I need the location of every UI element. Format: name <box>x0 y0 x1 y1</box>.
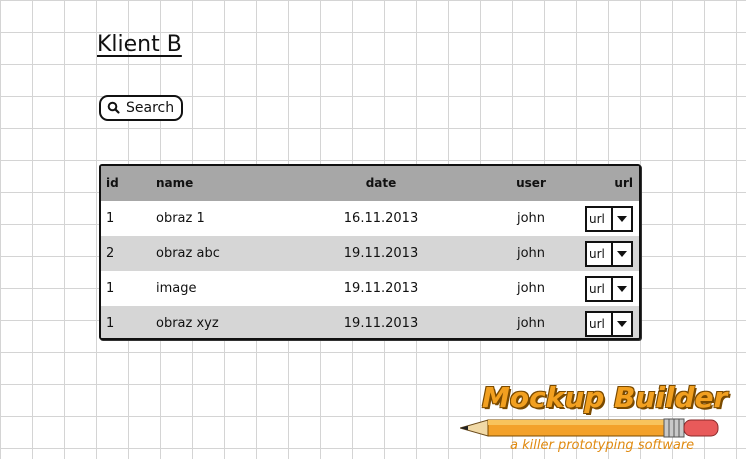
column-header-name[interactable]: name <box>156 166 193 201</box>
column-header-date[interactable]: date <box>321 166 441 201</box>
column-header-user[interactable]: user <box>496 166 566 201</box>
cell-name: obraz 1 <box>156 211 205 226</box>
table-row[interactable]: 1 obraz 1 16.11.2013 john url <box>101 201 639 236</box>
url-dropdown-value: url <box>589 212 605 226</box>
cell-name: obraz abc <box>156 246 220 261</box>
column-header-id[interactable]: id <box>106 166 119 201</box>
cell-date: 19.11.2013 <box>343 246 419 261</box>
search-label: Search <box>126 100 175 116</box>
page-title: Klient B <box>97 32 182 57</box>
logo-tagline: a killer prototyping software <box>510 438 695 453</box>
cell-name: image <box>156 281 197 296</box>
url-dropdown[interactable]: url <box>585 311 633 337</box>
chevron-down-icon[interactable] <box>611 243 631 265</box>
url-dropdown[interactable]: url <box>585 276 633 302</box>
table-row[interactable]: 1 image 19.11.2013 john url <box>101 271 639 306</box>
cell-user: john <box>516 281 546 296</box>
logo-title: Mockup Builder <box>482 381 728 414</box>
cell-user: john <box>516 316 546 331</box>
column-header-url[interactable]: url <box>614 166 633 201</box>
cell-name: obraz xyz <box>156 316 219 331</box>
cell-id: 2 <box>106 246 115 261</box>
cell-date: 19.11.2013 <box>343 316 419 331</box>
url-dropdown-value: url <box>589 282 605 296</box>
search-button[interactable]: Search <box>99 95 183 121</box>
cell-id: 1 <box>106 316 115 331</box>
mockup-builder-logo: Mockup Builder a killer prototyping soft… <box>460 381 730 457</box>
cell-date: 16.11.2013 <box>343 211 419 226</box>
chevron-down-icon[interactable] <box>611 313 631 335</box>
url-dropdown-value: url <box>589 317 605 331</box>
url-dropdown[interactable]: url <box>585 241 633 267</box>
cell-user: john <box>516 211 546 226</box>
table-row[interactable]: 1 obraz xyz 19.11.2013 john url <box>101 306 639 338</box>
chevron-down-icon[interactable] <box>611 278 631 300</box>
cell-user: john <box>516 246 546 261</box>
search-icon <box>106 100 122 116</box>
cell-id: 1 <box>106 281 115 296</box>
cell-date: 19.11.2013 <box>343 281 419 296</box>
url-dropdown[interactable]: url <box>585 206 633 232</box>
data-table: id name date user url 1 obraz 1 16.11.20… <box>99 164 641 340</box>
table-row[interactable]: 2 obraz abc 19.11.2013 john url <box>101 236 639 271</box>
table-header-row: id name date user url <box>101 166 639 201</box>
pencil-icon <box>460 418 719 438</box>
chevron-down-icon[interactable] <box>611 208 631 230</box>
url-dropdown-value: url <box>589 247 605 261</box>
cell-id: 1 <box>106 211 115 226</box>
